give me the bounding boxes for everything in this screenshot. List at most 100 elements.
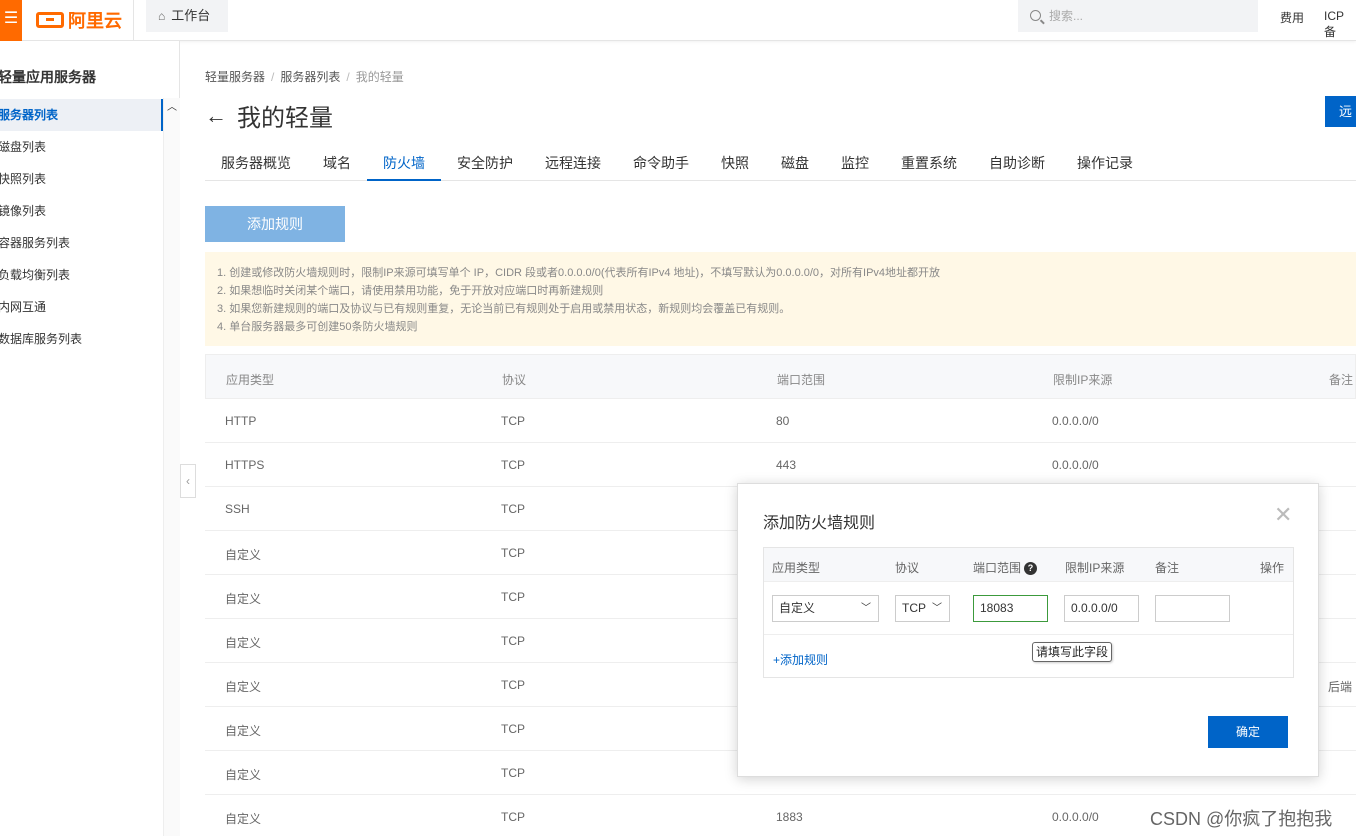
aliyun-logo-mark [36, 12, 64, 28]
tab-monitor[interactable]: 监控 [825, 146, 885, 181]
notice-box: 1. 创建或修改防火墙规则时，限制IP来源可填写单个 IP，CIDR 段或者0.… [205, 252, 1356, 346]
cell-app-type: 自定义 [225, 680, 262, 694]
validation-tooltip: 请填写此字段 [1032, 642, 1113, 662]
sidebar-item-image-list[interactable]: 镜像列表 [0, 195, 163, 227]
cell-app-type: 自定义 [225, 592, 262, 606]
column-header-port: 端口范围? [973, 559, 1038, 576]
notice-line: 1. 创建或修改防火墙规则时，限制IP来源可填写单个 IP，CIDR 段或者0.… [217, 267, 941, 279]
breadcrumb: 轻量服务器 / 服务器列表 / 我的轻量 [205, 70, 404, 84]
rule-form-table: 应用类型 协议 端口范围? 限制IP来源 备注 操作 自定义 ﹀ TCP ﹀ 1… [763, 547, 1294, 678]
column-header: 限制IP来源 [1065, 561, 1125, 575]
cell-app-type: HTTPS [225, 458, 265, 472]
column-header: 应用类型 [226, 373, 275, 387]
tab-overview[interactable]: 服务器概览 [205, 146, 307, 181]
cell-port: 1883 [776, 810, 803, 824]
tab-diagnose[interactable]: 自助诊断 [973, 146, 1061, 181]
table-header: 应用类型 协议 端口范围 限制IP来源 备注 [205, 354, 1356, 399]
notice-line: 4. 单台服务器最多可创建50条防火墙规则 [217, 321, 418, 333]
remote-connect-button[interactable]: 远 [1325, 96, 1356, 127]
port-range-input[interactable]: 18083 [973, 595, 1048, 622]
chevron-up-icon[interactable]: ︿ [167, 98, 177, 113]
page-title-text: 我的轻量 [237, 105, 333, 132]
cell-ip-source: 0.0.0.0/0 [1052, 414, 1099, 428]
sidebar-collapse-handle[interactable]: ‹ [180, 464, 196, 498]
top-bar: ☰ 阿里云 ⌂ 工作台 搜索... 费用 ICP 备 [0, 0, 1356, 41]
watermark: CSDN @你疯了抱抱我 [1150, 809, 1333, 829]
column-header: 应用类型 [772, 561, 821, 575]
cell-app-type: SSH [225, 502, 250, 516]
column-header: 限制IP来源 [1053, 373, 1113, 387]
tab-bar: 服务器概览 域名 防火墙 安全防护 远程连接 命令助手 快照 磁盘 监控 重置系… [205, 146, 1356, 181]
cell-app-type: 自定义 [225, 548, 262, 562]
search-input[interactable]: 搜索... [1018, 0, 1258, 32]
divider [133, 0, 134, 41]
tab-remote[interactable]: 远程连接 [529, 146, 617, 181]
sidebar-item-container-list[interactable]: 容器服务列表 [0, 227, 163, 259]
ip-source-input[interactable]: 0.0.0.0/0 [1064, 595, 1139, 622]
menu-icon[interactable]: ☰ [0, 0, 22, 41]
sidebar-item-disk-list[interactable]: 磁盘列表 [0, 131, 163, 163]
remark-input[interactable] [1155, 595, 1230, 622]
tab-snapshot[interactable]: 快照 [705, 146, 765, 181]
cell-protocol: TCP [501, 722, 525, 736]
workbench-label: 工作台 [171, 8, 211, 23]
close-icon[interactable]: ✕ [1274, 502, 1292, 528]
app-type-select[interactable]: 自定义 ﹀ [772, 595, 879, 622]
billing-link[interactable]: 费用 [1280, 9, 1304, 26]
column-header: 备注 [1155, 561, 1180, 575]
sidebar-item-intranet[interactable]: 内网互通 [0, 291, 163, 323]
back-arrow-icon[interactable]: ← [205, 103, 227, 129]
cell-port: 443 [776, 458, 797, 472]
cell-protocol: TCP [501, 590, 525, 604]
cell-protocol: TCP [501, 766, 525, 780]
cell-app-type: 自定义 [225, 812, 262, 826]
tab-disk[interactable]: 磁盘 [765, 146, 825, 181]
sidebar-scrollbar[interactable]: ︿ [163, 98, 180, 836]
cell-remark: 后端 [1328, 680, 1353, 694]
cell-ip-source: 0.0.0.0/0 [1052, 810, 1099, 824]
tab-reset-system[interactable]: 重置系统 [885, 146, 973, 181]
cell-protocol: TCP [501, 414, 525, 428]
tab-domain[interactable]: 域名 [307, 146, 367, 181]
rule-form-header: 应用类型 协议 端口范围? 限制IP来源 备注 操作 [764, 548, 1293, 582]
cell-app-type: 自定义 [225, 636, 262, 650]
cell-app-type: HTTP [225, 414, 257, 428]
cell-protocol: TCP [501, 810, 525, 824]
workbench-button[interactable]: ⌂ 工作台 [146, 0, 228, 32]
icp-link[interactable]: ICP 备 [1324, 9, 1356, 40]
rule-form-row: 自定义 ﹀ TCP ﹀ 18083 0.0.0.0/0 [764, 582, 1293, 635]
page-title: ← 我的轻量 [205, 98, 333, 133]
breadcrumb-item[interactable]: 轻量服务器 [205, 70, 265, 84]
aliyun-logo[interactable]: 阿里云 [36, 6, 122, 34]
sidebar-item-server-list[interactable]: 服务器列表 [0, 99, 163, 131]
sidebar-title: 轻量应用服务器 [0, 69, 96, 85]
add-rule-button[interactable]: 添加规则 [205, 206, 345, 242]
help-icon[interactable]: ? [1024, 562, 1038, 575]
column-header: 端口范围 [777, 373, 826, 387]
cell-port: 80 [776, 414, 790, 428]
protocol-value: TCP [902, 601, 926, 615]
sidebar-item-snapshot-list[interactable]: 快照列表 [0, 163, 163, 195]
add-rule-link[interactable]: +添加规则 [773, 651, 828, 668]
column-header: 操作 [1260, 561, 1285, 575]
tab-command[interactable]: 命令助手 [617, 146, 705, 181]
table-row: HTTPS TCP 443 0.0.0.0/0 [205, 443, 1356, 487]
confirm-button[interactable]: 确定 [1208, 716, 1288, 748]
logo-text: 阿里云 [68, 11, 122, 31]
column-header: 备注 [1329, 373, 1354, 387]
tab-security[interactable]: 安全防护 [441, 146, 529, 181]
sidebar-item-database-list[interactable]: 数据库服务列表 [0, 323, 163, 355]
column-header: 协议 [895, 561, 920, 575]
tab-firewall[interactable]: 防火墙 [367, 146, 441, 181]
cell-ip-source: 0.0.0.0/0 [1052, 458, 1099, 472]
home-icon: ⌂ [158, 9, 166, 23]
tab-operation-log[interactable]: 操作记录 [1061, 146, 1149, 181]
breadcrumb-current: 我的轻量 [355, 70, 404, 84]
app-type-value: 自定义 [779, 601, 816, 615]
protocol-select[interactable]: TCP ﹀ [895, 595, 950, 622]
breadcrumb-item[interactable]: 服务器列表 [280, 70, 340, 84]
cell-protocol: TCP [501, 458, 525, 472]
cell-protocol: TCP [501, 502, 525, 516]
chevron-down-icon: ﹀ [861, 603, 871, 614]
sidebar-item-load-balancer-list[interactable]: 负载均衡列表 [0, 259, 163, 291]
